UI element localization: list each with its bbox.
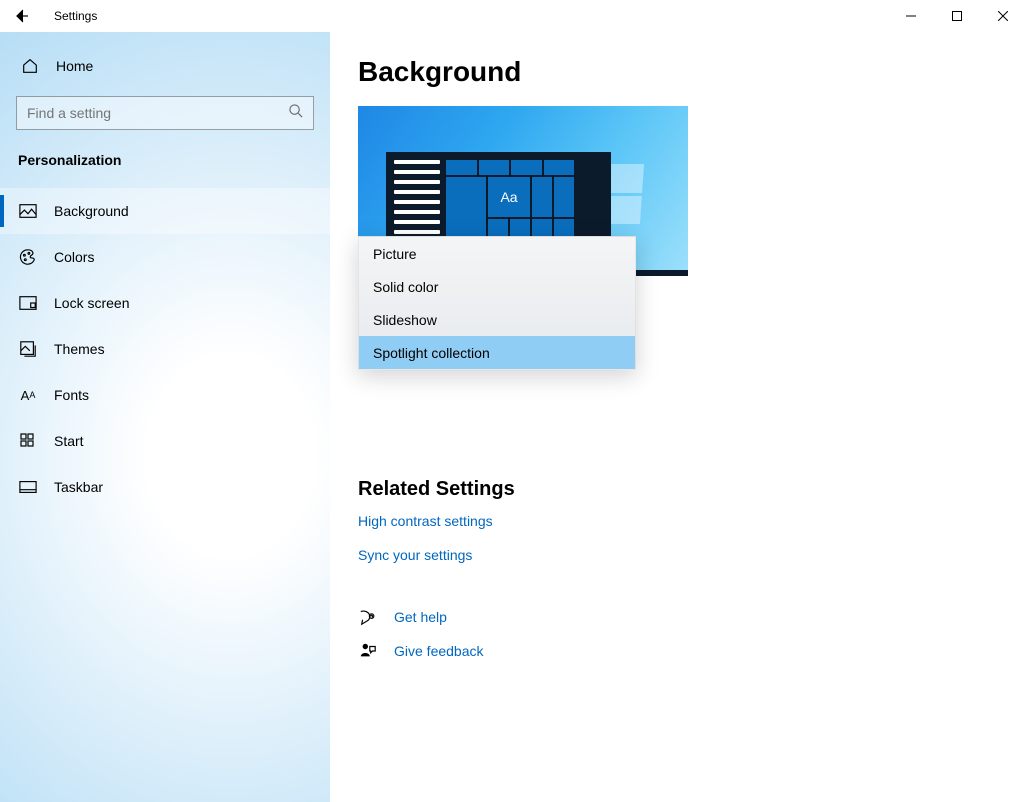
dropdown-option-slideshow[interactable]: Slideshow bbox=[359, 303, 635, 336]
sidebar-item-colors[interactable]: Colors bbox=[0, 234, 330, 280]
fonts-icon: AA bbox=[18, 385, 38, 405]
sidebar-home[interactable]: Home bbox=[0, 44, 330, 88]
window-title: Settings bbox=[54, 9, 97, 23]
minimize-button[interactable] bbox=[888, 0, 934, 32]
picture-icon bbox=[18, 201, 38, 221]
dropdown-option-picture[interactable]: Picture bbox=[359, 237, 635, 270]
help-label: Get help bbox=[394, 609, 447, 625]
lockscreen-icon bbox=[18, 293, 38, 313]
sidebar-item-label: Background bbox=[54, 203, 129, 219]
taskbar-icon bbox=[18, 477, 38, 497]
sidebar-item-themes[interactable]: Themes bbox=[0, 326, 330, 372]
search-icon bbox=[288, 103, 303, 123]
sidebar-item-fonts[interactable]: AA Fonts bbox=[0, 372, 330, 418]
palette-icon bbox=[18, 247, 38, 267]
sidebar-item-label: Taskbar bbox=[54, 479, 103, 495]
back-button[interactable] bbox=[0, 0, 42, 32]
sidebar-item-lockscreen[interactable]: Lock screen bbox=[0, 280, 330, 326]
sidebar: Home Personalization Background bbox=[0, 32, 330, 802]
sidebar-item-label: Fonts bbox=[54, 387, 89, 403]
option-label: Slideshow bbox=[373, 312, 437, 328]
sample-text-tile: Aa bbox=[488, 177, 530, 217]
search-input[interactable] bbox=[27, 105, 288, 121]
option-label: Picture bbox=[373, 246, 417, 262]
close-button[interactable] bbox=[980, 0, 1026, 32]
help-give-feedback[interactable]: Give feedback bbox=[358, 641, 986, 661]
help-label: Give feedback bbox=[394, 643, 484, 659]
link-high-contrast[interactable]: High contrast settings bbox=[358, 513, 493, 529]
sidebar-item-start[interactable]: Start bbox=[0, 418, 330, 464]
settings-window: Settings Home bbox=[0, 0, 1026, 802]
related-settings-title: Related Settings bbox=[358, 478, 986, 501]
help-icon bbox=[358, 607, 378, 627]
dropdown-option-spotlight[interactable]: Spotlight collection bbox=[359, 336, 635, 369]
dropdown-option-solid-color[interactable]: Solid color bbox=[359, 270, 635, 303]
themes-icon bbox=[18, 339, 38, 359]
background-type-dropdown[interactable]: Picture Solid color Slideshow Spotlight … bbox=[358, 236, 636, 370]
sidebar-item-background[interactable]: Background bbox=[0, 188, 330, 234]
page-title: Background bbox=[358, 56, 986, 88]
sidebar-item-taskbar[interactable]: Taskbar bbox=[0, 464, 330, 510]
sidebar-item-label: Themes bbox=[54, 341, 105, 357]
sidebar-home-label: Home bbox=[56, 58, 93, 74]
home-icon bbox=[20, 56, 40, 76]
main-content: Background Aa bbox=[330, 32, 1026, 802]
sidebar-item-label: Start bbox=[54, 433, 84, 449]
feedback-icon bbox=[358, 641, 378, 661]
sidebar-item-label: Lock screen bbox=[54, 295, 129, 311]
option-label: Spotlight collection bbox=[373, 345, 490, 361]
sidebar-section-title: Personalization bbox=[0, 140, 330, 182]
titlebar: Settings bbox=[0, 0, 1026, 32]
sidebar-item-label: Colors bbox=[54, 249, 94, 265]
option-label: Solid color bbox=[373, 279, 438, 295]
start-icon bbox=[18, 431, 38, 451]
link-sync-settings[interactable]: Sync your settings bbox=[358, 547, 472, 563]
help-get-help[interactable]: Get help bbox=[358, 607, 986, 627]
search-box[interactable] bbox=[16, 96, 314, 130]
maximize-button[interactable] bbox=[934, 0, 980, 32]
